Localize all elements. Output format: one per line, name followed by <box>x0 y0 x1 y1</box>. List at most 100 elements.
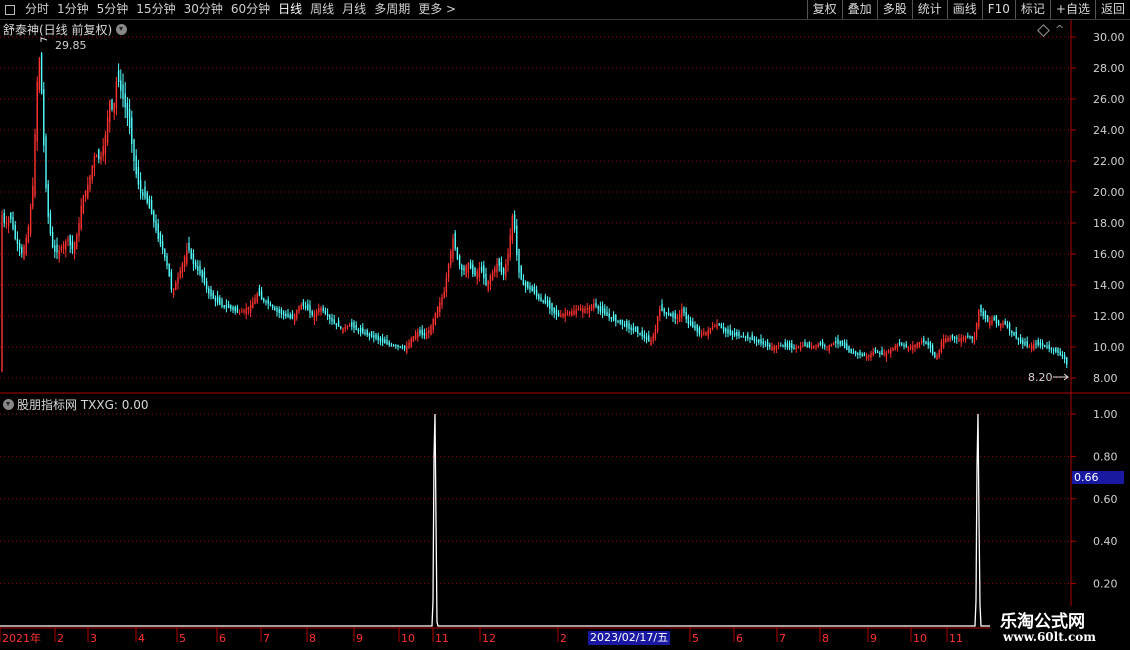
candle-body <box>951 335 954 339</box>
candle-body <box>513 214 516 230</box>
candle-body <box>590 305 593 310</box>
candle-body <box>663 308 665 314</box>
candle-body <box>731 331 734 336</box>
candle-body <box>1039 342 1042 346</box>
candle-body <box>516 225 518 256</box>
candle-body <box>421 329 423 335</box>
price-tick-label: 20.00 <box>1093 186 1125 199</box>
candle-body <box>322 307 324 311</box>
candle-body <box>626 321 628 328</box>
candle-body <box>709 328 712 333</box>
candle-body <box>474 267 476 276</box>
candle-body <box>687 315 690 325</box>
candle-body <box>348 325 351 327</box>
candle-body <box>568 311 571 314</box>
candle-body <box>639 332 641 335</box>
candle-body <box>82 196 85 214</box>
candle-body <box>661 303 663 312</box>
candle-body <box>738 332 740 337</box>
candle-body <box>89 175 91 190</box>
candle-body <box>289 314 291 319</box>
candle-body <box>313 314 316 321</box>
candle-body <box>958 338 960 342</box>
candle-body <box>553 307 555 314</box>
candle-body <box>329 315 331 320</box>
candle-body <box>271 305 274 309</box>
candle-body <box>861 353 863 356</box>
candle-body <box>214 297 217 301</box>
candle-body <box>538 294 540 299</box>
candle-body <box>868 354 870 358</box>
candle-body <box>520 266 522 280</box>
candle-body <box>584 308 586 314</box>
candle-body <box>762 341 764 345</box>
candle-body <box>813 345 815 349</box>
candle-body <box>980 304 982 313</box>
candle-body <box>300 304 302 310</box>
candle-body <box>381 337 384 343</box>
candle-body <box>1000 323 1002 328</box>
x-tick-label: 9 <box>870 632 877 645</box>
candle-body <box>408 342 410 349</box>
candle-body <box>260 291 263 300</box>
indicator-tick-label: 0.40 <box>1093 535 1118 548</box>
candle-body <box>1002 322 1004 326</box>
candle-body <box>542 300 544 303</box>
price-tick-label: 18.00 <box>1093 217 1125 230</box>
x-tick-label: 5 <box>179 632 186 645</box>
candle-body <box>846 343 848 351</box>
candle-body <box>278 309 280 314</box>
candle-body <box>883 353 885 355</box>
candle-body <box>788 342 791 348</box>
candle-body <box>777 345 780 347</box>
candle-body <box>137 167 140 185</box>
x-tick-label: 2 <box>560 632 567 645</box>
candle-body <box>670 313 672 317</box>
candle-body <box>593 303 595 308</box>
candle-body <box>808 342 811 347</box>
candle-body <box>164 249 166 258</box>
candle-body <box>43 89 45 146</box>
candle-body <box>87 184 89 199</box>
indicator-tick-label: 0.20 <box>1093 578 1118 591</box>
candle-body <box>599 306 602 312</box>
candle-body <box>837 338 839 344</box>
candle-body <box>566 312 569 314</box>
candle-body <box>929 341 932 349</box>
candle-body <box>364 332 366 335</box>
candle-body <box>201 270 203 278</box>
candle-body <box>573 310 575 316</box>
candle-body <box>953 336 956 339</box>
candle-body <box>901 343 903 346</box>
candle-body <box>896 344 899 348</box>
candle-body <box>467 262 470 273</box>
x-tick-label: 8 <box>822 632 829 645</box>
candle-body <box>333 319 335 324</box>
candle-body <box>791 343 793 349</box>
candle-body <box>694 325 696 330</box>
candle-body <box>362 327 364 334</box>
candle-body <box>355 324 357 331</box>
candle-body <box>73 242 76 254</box>
candle-body <box>18 242 21 249</box>
candle-body <box>62 244 65 249</box>
price-tick-label: 14.00 <box>1093 279 1125 292</box>
candle-body <box>643 334 646 339</box>
candle-body <box>282 311 285 316</box>
kline-chart[interactable]: 30.0028.0026.0024.0022.0020.0018.0016.00… <box>0 0 1130 650</box>
candle-body <box>58 249 60 259</box>
candle-body <box>60 247 63 251</box>
candle-body <box>135 155 137 175</box>
candle-body <box>267 299 269 304</box>
candle-body <box>144 186 146 199</box>
candle-body <box>153 210 155 223</box>
candle-body <box>274 307 276 311</box>
candle-body <box>390 344 393 346</box>
candle-body <box>692 321 694 328</box>
x-tick-label: 4 <box>138 632 145 645</box>
candle-body <box>38 58 41 91</box>
candle-body <box>496 263 498 273</box>
candle-body <box>124 93 126 108</box>
candle-body <box>5 223 8 225</box>
candle-body <box>375 333 377 339</box>
